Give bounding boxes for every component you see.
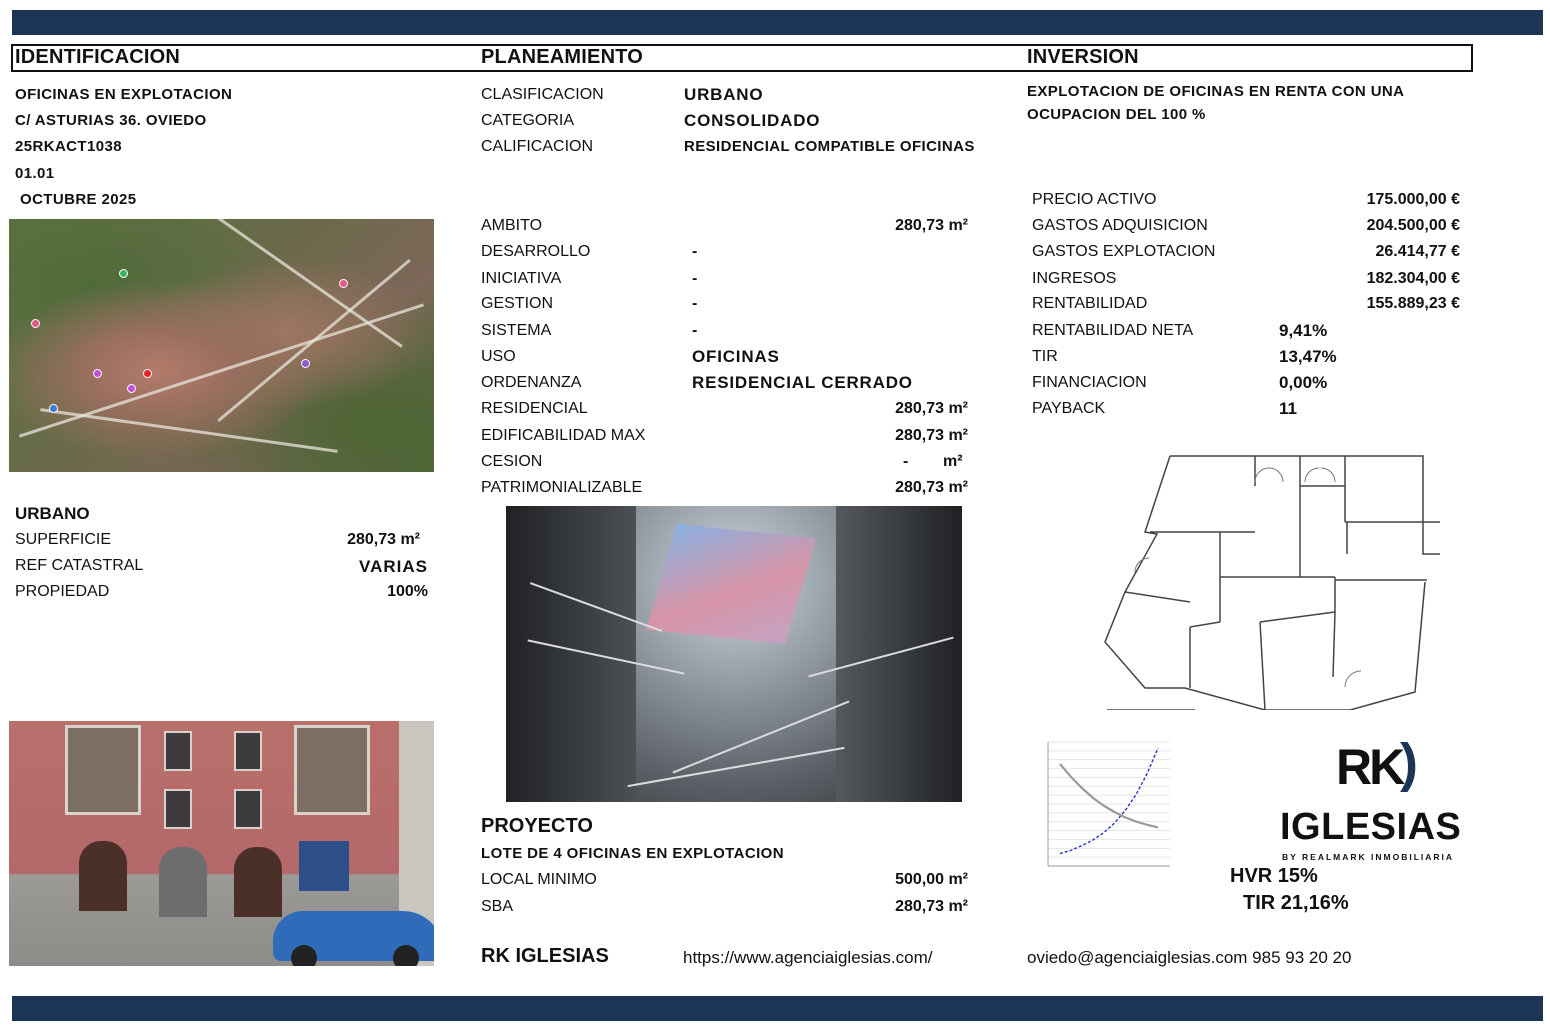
plan-value-sistema: - xyxy=(692,322,698,339)
inv-label-financiacion: FINANCIACION xyxy=(1032,374,1147,391)
proyecto-subtitle: LOTE DE 4 OFICINAS EN EXPLOTACION xyxy=(481,845,784,862)
inv-value-ingresos: 182.304,00 € xyxy=(1366,270,1460,287)
inv-label-ingresos: INGRESOS xyxy=(1032,270,1117,287)
inv-value-gastos-adquisicion: 204.500,00 € xyxy=(1366,217,1460,234)
urbano-title: URBANO xyxy=(15,504,90,523)
plan-value-categoria: CONSOLIDADO xyxy=(684,111,821,130)
inv-value-precio-activo: 175.000,00 € xyxy=(1366,191,1460,208)
footer-contact[interactable]: oviedo@agenciaiglesias.com 985 93 20 20 xyxy=(1027,949,1351,966)
plan-label-sistema: SISTEMA xyxy=(481,322,552,339)
floor-plan-drawing xyxy=(1095,452,1440,710)
inv-value-financiacion: 0,00% xyxy=(1279,373,1328,392)
plan-value-calificacion: RESIDENCIAL COMPATIBLE OFICINAS xyxy=(684,138,975,155)
plan-label-gestion: GESTION xyxy=(481,295,554,312)
inv-value-tir: 13,47% xyxy=(1279,347,1337,366)
plan-label-cesion: CESION xyxy=(481,453,543,470)
footer-website-link[interactable]: https://www.agenciaiglesias.com/ xyxy=(683,949,932,966)
id-line-4: 01.01 xyxy=(15,165,55,182)
atrium-photo xyxy=(506,506,962,802)
id-line-5: OCTUBRE 2025 xyxy=(20,191,137,208)
id-line-1: OFICINAS EN EXPLOTACION xyxy=(15,86,233,103)
plan-value-iniciativa: - xyxy=(692,270,698,287)
proyecto-value-sba: 280,73 m² xyxy=(895,898,968,915)
inversion-desc-line1: EXPLOTACION DE OFICINAS EN RENTA CON UNA xyxy=(1027,83,1405,100)
plan-label-categoria: CATEGORIA xyxy=(481,112,575,129)
urbano-label-propiedad: PROPIEDAD xyxy=(15,583,110,600)
plan-value-uso: OFICINAS xyxy=(692,347,780,366)
top-band xyxy=(12,10,1543,35)
plan-value-gestion: - xyxy=(692,295,698,312)
inv-label-gastos-explotacion: GASTOS EXPLOTACION xyxy=(1032,243,1216,260)
plan-label-calificacion: CALIFICACION xyxy=(481,138,594,155)
chart-series-line-0 xyxy=(1059,747,1159,855)
plan-label-edificabilidad-max: EDIFICABILIDAD MAX xyxy=(481,427,646,444)
logo-tagline: BY REALMARK INMOBILIARIA xyxy=(1282,852,1455,862)
plan-label-ambito: AMBITO xyxy=(481,217,543,234)
inv-value-payback: 11 xyxy=(1279,399,1297,418)
plan-label-uso: USO xyxy=(481,348,516,365)
proyecto-value-local-minimo: 500,00 m² xyxy=(895,871,968,888)
proyecto-label-local-minimo: LOCAL MINIMO xyxy=(481,871,597,888)
proyecto-title: PROYECTO xyxy=(481,815,593,837)
plan-label-patrimonializable: PATRIMONIALIZABLE xyxy=(481,479,643,496)
id-line-2: C/ ASTURIAS 36. OVIEDO xyxy=(15,112,207,129)
plan-unit-cesion: m² xyxy=(943,453,963,470)
plan-label-clasificacion: CLASIFICACION xyxy=(481,86,604,103)
plan-value-residencial: 280,73 m² xyxy=(895,400,968,417)
header-planeamiento: PLANEAMIENTO xyxy=(481,46,644,68)
location-map xyxy=(9,219,434,472)
plan-value-patrimonializable: 280,73 m² xyxy=(895,479,968,496)
inv-label-precio-activo: PRECIO ACTIVO xyxy=(1032,191,1157,208)
inv-label-tir: TIR xyxy=(1032,348,1058,365)
chart-series-line-1 xyxy=(1059,763,1159,829)
logo-rk: RK xyxy=(1336,739,1405,795)
inv-label-gastos-adquisicion: GASTOS ADQUISICION xyxy=(1032,217,1208,234)
mini-chart xyxy=(1030,738,1175,878)
footer-company: RK IGLESIAS xyxy=(481,945,609,967)
plan-label-ordenanza: ORDENANZA xyxy=(481,374,582,391)
building-facade-photo xyxy=(9,721,434,966)
plan-value-ambito: 280,73 m² xyxy=(895,217,968,234)
inversion-desc-line2: OCUPACION DEL 100 % xyxy=(1027,106,1206,123)
plan-label-desarrollo: DESARROLLO xyxy=(481,243,591,260)
inv-label-rentabilidad-neta: RENTABILIDAD NETA xyxy=(1032,322,1194,339)
inv-value-rentabilidad: 155.889,23 € xyxy=(1366,295,1460,312)
header-identificacion: IDENTIFICACION xyxy=(15,46,181,68)
bottom-band xyxy=(12,996,1543,1021)
plan-label-residencial: RESIDENCIAL xyxy=(481,400,588,417)
plan-value-ordenanza: RESIDENCIAL CERRADO xyxy=(692,373,913,392)
logo-iglesias: IGLESIAS xyxy=(1280,806,1462,848)
header-inversion: INVERSION xyxy=(1027,46,1139,68)
urbano-value-ref-catastral: VARIAS xyxy=(359,557,428,576)
plan-label-iniciativa: INICIATIVA xyxy=(481,270,562,287)
plan-value-cesion: - xyxy=(903,453,909,470)
urbano-value-superficie: 280,73 m² xyxy=(347,531,420,548)
header-box xyxy=(11,44,1473,72)
plan-value-desarrollo: - xyxy=(692,243,698,260)
inv-label-payback: PAYBACK xyxy=(1032,400,1106,417)
proyecto-label-sba: SBA xyxy=(481,898,514,915)
tir-total-value: TIR 21,16% xyxy=(1243,892,1349,914)
urbano-value-propiedad: 100% xyxy=(387,583,428,600)
urbano-label-superficie: SUPERFICIE xyxy=(15,531,112,548)
location-pin-icon xyxy=(143,369,152,378)
hvr-value: HVR 15% xyxy=(1230,865,1318,887)
plan-value-edificabilidad-max: 280,73 m² xyxy=(895,427,968,444)
id-line-3: 25RKACT1038 xyxy=(15,138,122,155)
inv-value-rentabilidad-neta: 9,41% xyxy=(1279,321,1328,340)
logo-paren: ) xyxy=(1400,733,1418,793)
car xyxy=(273,911,434,966)
urbano-label-ref-catastral: REF CATASTRAL xyxy=(15,557,144,574)
inv-value-gastos-explotacion: 26.414,77 € xyxy=(1375,243,1460,260)
plan-value-clasificacion: URBANO xyxy=(684,85,764,104)
inv-label-rentabilidad: RENTABILIDAD xyxy=(1032,295,1148,312)
